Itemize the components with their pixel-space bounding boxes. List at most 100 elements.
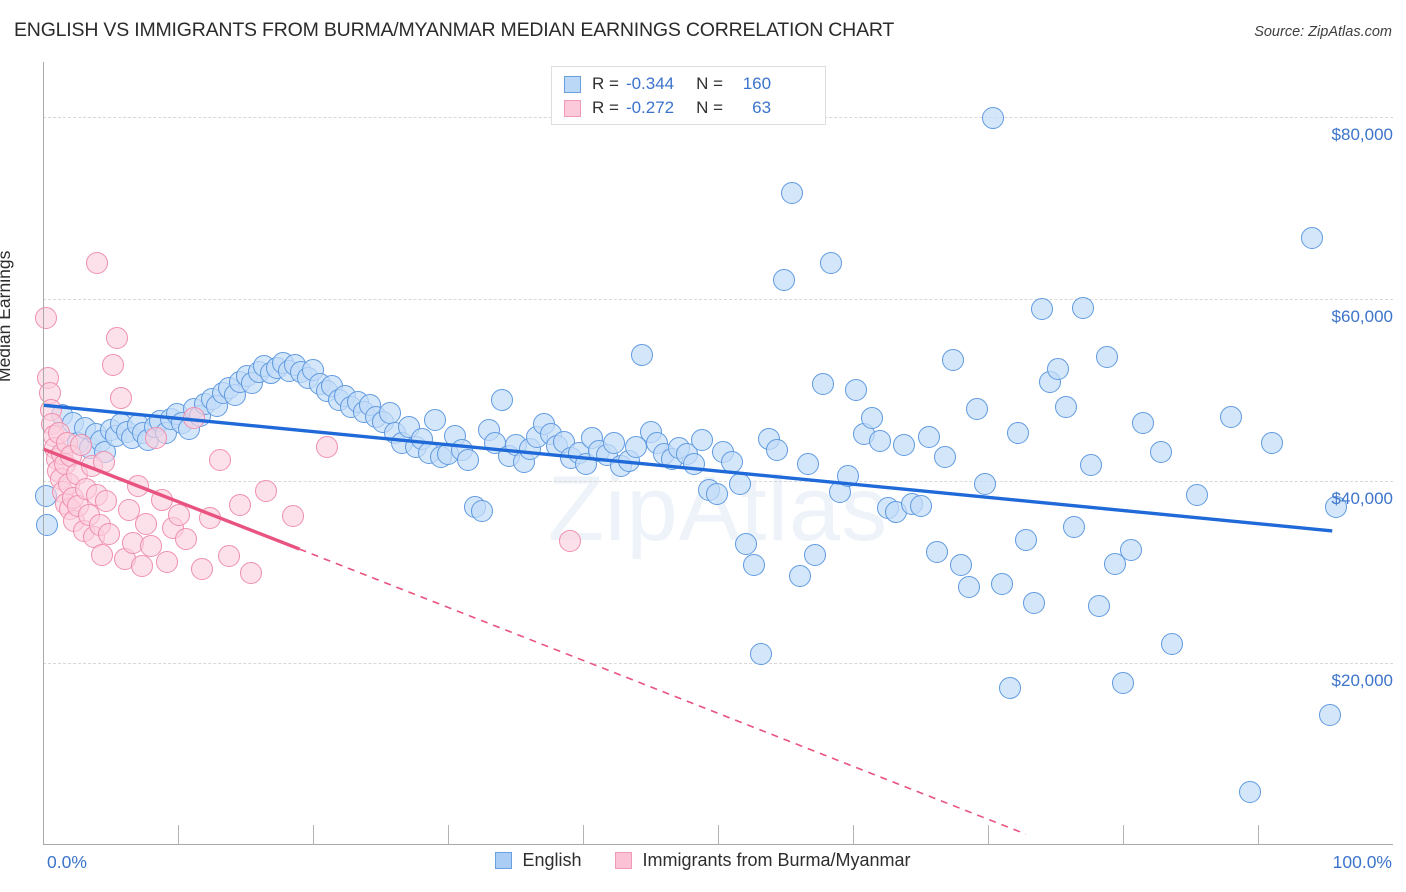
scatter-point	[789, 564, 812, 587]
scatter-point	[95, 489, 118, 512]
n-value-english: 160	[742, 74, 772, 93]
scatter-point	[281, 505, 304, 528]
scatter-point	[917, 426, 940, 449]
scatter-point	[925, 540, 948, 563]
scatter-point	[690, 428, 713, 451]
scatter-point	[941, 348, 964, 371]
scatter-point	[1149, 440, 1172, 463]
n-label-english: N =	[696, 74, 724, 93]
scatter-point	[145, 427, 168, 450]
gridline	[43, 662, 1393, 664]
scatter-point	[134, 512, 157, 535]
scatter-point	[1063, 516, 1086, 539]
scatter-point	[735, 532, 758, 555]
correlation-legend: R = -0.344 N = 160 R = -0.272 N = 63	[551, 66, 826, 125]
scatter-point	[1055, 396, 1078, 419]
n-value-burma: 63	[752, 98, 772, 117]
scatter-point	[36, 513, 59, 536]
scatter-point	[974, 472, 997, 495]
scatter-point	[750, 642, 773, 665]
scatter-point	[208, 448, 231, 471]
legend-swatch-burma-icon	[615, 852, 633, 869]
scatter-point	[836, 465, 859, 488]
scatter-point	[804, 544, 827, 567]
legend-item-english[interactable]: English	[495, 850, 581, 871]
scatter-point	[1031, 297, 1053, 320]
scatter-point	[254, 479, 277, 502]
x-axis-tick	[178, 825, 179, 845]
scatter-point	[110, 386, 133, 409]
scatter-point	[102, 354, 125, 377]
scatter-point	[1220, 406, 1242, 429]
y-axis-title: Median Earnings	[0, 250, 14, 382]
scatter-point	[558, 529, 581, 552]
r-value-burma: -0.272	[625, 98, 675, 117]
legend-swatch-english-icon	[495, 852, 513, 869]
scatter-point	[909, 495, 932, 518]
scatter-point	[631, 344, 654, 367]
gridline	[43, 298, 1393, 300]
scatter-point	[470, 499, 493, 522]
scatter-point	[743, 553, 766, 576]
scatter-point	[229, 494, 252, 517]
scatter-point	[491, 388, 513, 411]
scatter-point	[812, 373, 835, 396]
y-axis-tick-label: $60,000	[1331, 306, 1393, 326]
scatter-point	[705, 483, 728, 506]
scatter-point	[728, 473, 751, 496]
scatter-point	[98, 522, 121, 545]
scatter-point	[720, 450, 743, 473]
scatter-point	[86, 252, 108, 275]
r-value-english: -0.344	[625, 74, 675, 93]
r-label-english: R =	[592, 74, 619, 93]
x-axis-tick	[448, 825, 449, 845]
scatter-point	[773, 268, 796, 291]
scatter-point	[156, 550, 179, 573]
scatter-point	[1095, 345, 1118, 368]
scatter-point	[126, 475, 149, 498]
r-label-burma: R =	[592, 98, 619, 117]
scatter-point	[199, 507, 222, 530]
scatter-point	[175, 528, 198, 551]
scatter-point	[982, 106, 1005, 129]
scatter-point	[1047, 357, 1070, 380]
scatter-point	[1301, 226, 1323, 249]
scatter-point	[457, 448, 480, 471]
series-swatch-english-icon	[564, 75, 581, 93]
scatter-point	[183, 406, 206, 429]
scatter-point	[378, 402, 401, 425]
scatter-point	[315, 436, 338, 459]
scatter-point	[950, 554, 972, 577]
scatter-point	[1318, 703, 1341, 726]
scatter-point	[998, 677, 1021, 700]
plot-area: ZipAtlas	[34, 62, 1393, 845]
scatter-point	[966, 397, 989, 420]
x-axis-tick	[853, 825, 854, 845]
scatter-point	[1260, 431, 1283, 454]
scatter-point	[860, 406, 883, 429]
scatter-point	[1160, 632, 1183, 655]
scatter-point	[869, 429, 891, 452]
scatter-point	[218, 545, 241, 568]
scatter-point	[69, 434, 92, 457]
scatter-point	[423, 408, 446, 431]
scatter-point	[820, 252, 843, 275]
scatter-point	[1238, 781, 1261, 804]
scatter-point	[1071, 296, 1094, 319]
scatter-point	[1087, 594, 1110, 617]
y-axis-tick-label: $80,000	[1331, 124, 1393, 144]
y-axis-line	[43, 62, 44, 845]
scatter-point	[1186, 484, 1209, 507]
scatter-point	[893, 434, 916, 457]
legend-item-burma[interactable]: Immigrants from Burma/Myanmar	[615, 850, 911, 871]
scatter-point	[168, 504, 191, 527]
x-axis-tick	[583, 825, 584, 845]
gridline	[43, 480, 1393, 482]
scatter-point	[1132, 412, 1155, 435]
legend-label-english: English	[522, 850, 582, 870]
scatter-point	[797, 452, 820, 475]
y-axis-tick-label: $20,000	[1331, 670, 1393, 690]
source-attribution: Source: ZipAtlas.com	[1254, 24, 1392, 40]
scatter-point	[990, 572, 1013, 595]
scatter-point	[130, 555, 153, 578]
